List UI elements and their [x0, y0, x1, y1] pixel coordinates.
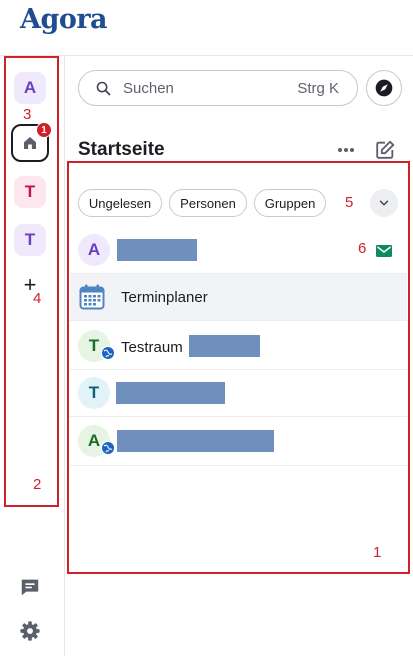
- compose-icon[interactable]: [374, 139, 396, 161]
- app-logo: Agora: [20, 4, 108, 35]
- annotation-number-4: 4: [33, 290, 42, 307]
- annotation-box-room-list: [67, 161, 410, 574]
- search-icon: [95, 80, 112, 102]
- annotation-number-2: 2: [33, 476, 42, 493]
- search-shortcut: Strg K: [297, 80, 339, 97]
- search-placeholder: Suchen: [123, 80, 174, 97]
- annotation-number-5: 5: [345, 194, 354, 211]
- annotation-number-6: 6: [358, 240, 367, 257]
- search-input[interactable]: Suchen Strg K: [78, 70, 358, 106]
- threads-icon[interactable]: [19, 576, 41, 598]
- annotation-number-3: 3: [23, 106, 32, 123]
- explore-rooms-button[interactable]: [366, 70, 402, 106]
- annotation-box-rail: [4, 56, 59, 507]
- settings-gear-icon[interactable]: [19, 620, 41, 642]
- more-options-icon[interactable]: [336, 142, 356, 158]
- rail-divider: [64, 56, 65, 656]
- annotation-number-1: 1: [373, 544, 382, 561]
- header-divider: [0, 55, 413, 56]
- compass-icon: [374, 78, 394, 98]
- page-title: Startseite: [78, 139, 165, 160]
